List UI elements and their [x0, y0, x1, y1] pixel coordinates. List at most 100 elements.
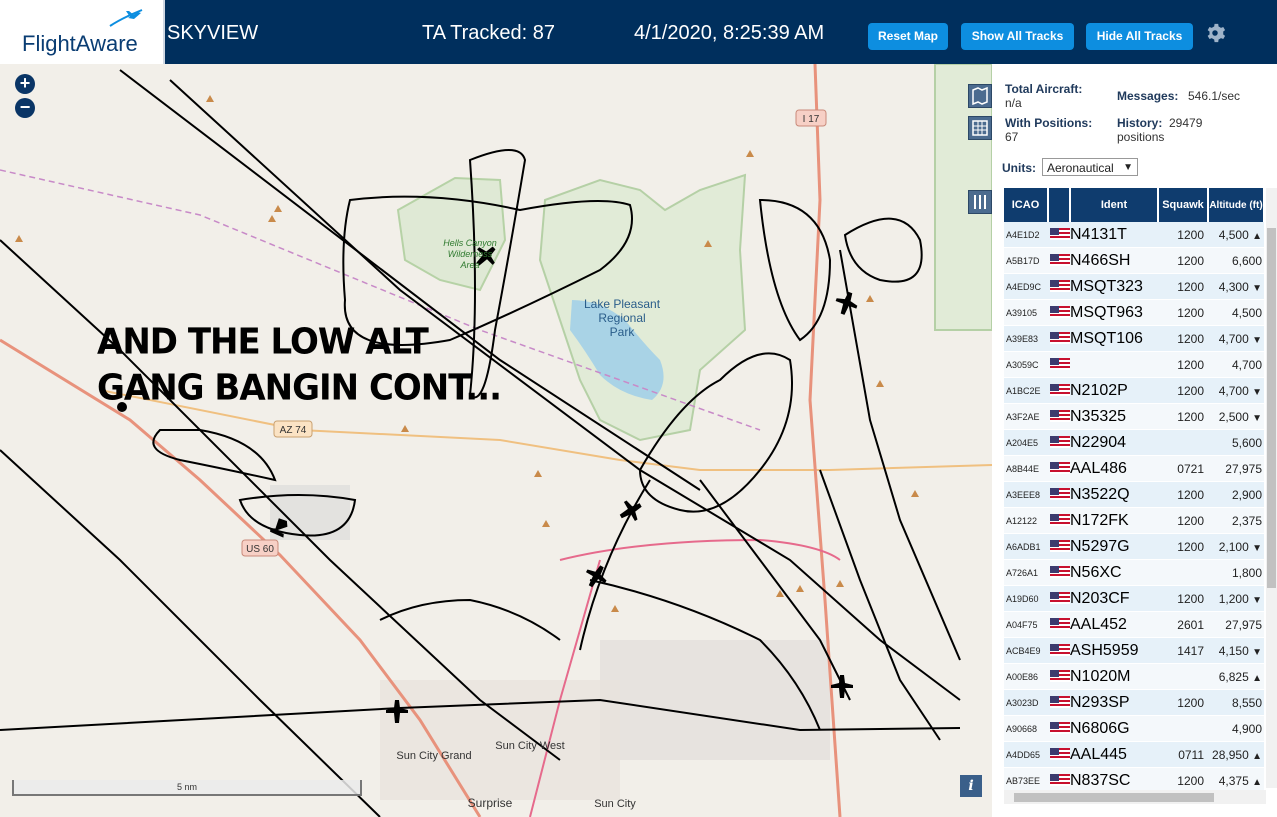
- table-row[interactable]: A90668 N6806G 4,900: [1004, 715, 1264, 742]
- squawk-cell: 1200: [1158, 533, 1208, 560]
- zoom-in-button[interactable]: +: [15, 74, 35, 94]
- altitude-cell: 2,500 ▼: [1208, 403, 1264, 430]
- altitude-cell: 4,150 ▼: [1208, 637, 1264, 664]
- aircraft-table: ICAO Ident Squawk Altitude (ft) A4E1D2 N4…: [1004, 188, 1264, 792]
- altitude-cell: 4,500: [1208, 299, 1264, 326]
- map-layers-icon[interactable]: [968, 84, 992, 108]
- ident-cell: N35325: [1070, 403, 1158, 430]
- plane-logo-icon: [109, 9, 143, 27]
- altitude-value: 4,375: [1218, 773, 1249, 788]
- us-flag-icon: [1050, 384, 1070, 397]
- table-row[interactable]: A4DD65 AAL445 0711 28,950 ▲: [1004, 741, 1264, 768]
- table-row[interactable]: A1BC2E N2102P 1200 4,700 ▼: [1004, 377, 1264, 404]
- messages-value: 546.1/sec: [1188, 89, 1241, 103]
- units-select[interactable]: Aeronautical ▼: [1042, 158, 1138, 176]
- flag-cell: [1048, 533, 1070, 560]
- table-row[interactable]: AB73EE N837SC 1200 4,375 ▲: [1004, 767, 1264, 792]
- horizontal-scrollbar-thumb[interactable]: [1014, 793, 1214, 802]
- table-row[interactable]: A39E83 MSQT106 1200 4,700 ▼: [1004, 325, 1264, 352]
- table-row[interactable]: ACB4E9 ASH5959 1417 4,150 ▼: [1004, 637, 1264, 664]
- flightaware-logo[interactable]: FlightAware: [0, 0, 165, 64]
- us-flag-icon: [1050, 254, 1070, 267]
- altitude-cell: 4,300 ▼: [1208, 273, 1264, 300]
- ident-cell: N56XC: [1070, 559, 1158, 586]
- aircraft-marker: [619, 500, 642, 522]
- flag-cell: [1048, 377, 1070, 404]
- icao-cell: A4ED9C: [1004, 273, 1048, 300]
- column-header-altitude[interactable]: Altitude (ft): [1208, 188, 1264, 222]
- us-flag-icon: [1050, 774, 1070, 787]
- altitude-value: 4,900: [1231, 721, 1262, 736]
- column-header-ident[interactable]: Ident: [1070, 188, 1159, 222]
- table-row[interactable]: A3EEE8 N3522Q 1200 2,900: [1004, 481, 1264, 508]
- table-row[interactable]: A39105 MSQT963 1200 4,500: [1004, 299, 1264, 326]
- column-header-flag[interactable]: [1048, 188, 1071, 222]
- altitude-cell: 4,375 ▲: [1208, 767, 1264, 792]
- us-flag-icon: [1050, 618, 1070, 631]
- info-button[interactable]: i: [960, 775, 982, 797]
- table-row[interactable]: A6ADB1 N5297G 1200 2,100 ▼: [1004, 533, 1264, 560]
- flag-cell: [1048, 611, 1070, 638]
- aircraft-table-container[interactable]: ICAO Ident Squawk Altitude (ft) A4E1D2 N4…: [1004, 188, 1264, 792]
- icao-cell: A04F75: [1004, 611, 1048, 638]
- map-canvas[interactable]: Lake Pleasant Regional Park Hells Canyon Wi…: [0, 64, 992, 817]
- altitude-cell: 6,825 ▲: [1208, 663, 1264, 690]
- us-flag-icon: [1050, 566, 1070, 579]
- table-row[interactable]: A00E86 N1020M 6,825 ▲: [1004, 663, 1264, 690]
- squawk-cell: 1200: [1158, 377, 1208, 404]
- flag-cell: [1048, 429, 1070, 456]
- ident-cell: MSQT106: [1070, 325, 1158, 352]
- squawk-cell: 1200: [1158, 507, 1208, 534]
- show-all-tracks-button[interactable]: Show All Tracks: [961, 23, 1074, 50]
- table-row[interactable]: A12122 N172FK 1200 2,375: [1004, 507, 1264, 534]
- squawk-cell: 0711: [1158, 741, 1208, 768]
- us-flag-icon: [1050, 228, 1070, 241]
- ident-cell: N3522Q: [1070, 481, 1158, 508]
- squawk-cell: 1200: [1158, 222, 1208, 248]
- icao-cell: A90668: [1004, 715, 1048, 742]
- flag-cell: [1048, 247, 1070, 274]
- table-row[interactable]: A3059C 1200 4,700: [1004, 351, 1264, 378]
- us-flag-icon: [1050, 592, 1070, 605]
- us-flag-icon: [1050, 748, 1070, 761]
- ident-cell: N837SC: [1070, 767, 1158, 792]
- squawk-cell: [1158, 429, 1208, 456]
- column-header-squawk[interactable]: Squawk: [1158, 188, 1209, 222]
- ident-cell: N5297G: [1070, 533, 1158, 560]
- grid-icon[interactable]: [968, 116, 992, 140]
- altitude-value: 2,500: [1218, 409, 1249, 424]
- columns-icon[interactable]: [968, 190, 992, 214]
- table-row[interactable]: A3F2AE N35325 1200 2,500 ▼: [1004, 403, 1264, 430]
- flag-cell: [1048, 715, 1070, 742]
- squawk-cell: 1200: [1158, 351, 1208, 378]
- table-row[interactable]: A726A1 N56XC 1,800: [1004, 559, 1264, 586]
- gear-icon[interactable]: [1204, 22, 1226, 44]
- table-row[interactable]: A3023D N293SP 1200 8,550: [1004, 689, 1264, 716]
- table-row[interactable]: A5B17D N466SH 1200 6,600: [1004, 247, 1264, 274]
- icao-cell: AB73EE: [1004, 767, 1048, 792]
- table-row[interactable]: A4ED9C MSQT323 1200 4,300 ▼: [1004, 273, 1264, 300]
- icao-cell: A8B44E: [1004, 455, 1048, 482]
- table-row[interactable]: A19D60 N203CF 1200 1,200 ▼: [1004, 585, 1264, 612]
- altitude-cell: 8,550: [1208, 689, 1264, 716]
- us-flag-icon: [1050, 436, 1070, 449]
- reset-map-button[interactable]: Reset Map: [868, 23, 948, 50]
- flag-cell: [1048, 481, 1070, 508]
- altitude-value: 27,975: [1225, 461, 1262, 476]
- altitude-value: 4,150: [1218, 643, 1249, 658]
- column-header-icao[interactable]: ICAO: [1004, 188, 1049, 222]
- table-row[interactable]: A8B44E AAL486 0721 27,975: [1004, 455, 1264, 482]
- altitude-value: 1,800: [1231, 565, 1262, 580]
- aircraft-panel: Total Aircraft: n/a With Positions: 67 M…: [992, 64, 1277, 817]
- flag-cell: [1048, 663, 1070, 690]
- ident-cell: AAL486: [1070, 455, 1158, 482]
- zoom-out-button[interactable]: −: [15, 98, 35, 118]
- table-row[interactable]: A4E1D2 N4131T 1200 4,500 ▲: [1004, 222, 1264, 248]
- table-row[interactable]: A04F75 AAL452 2601 27,975: [1004, 611, 1264, 638]
- squawk-cell: 1200: [1158, 481, 1208, 508]
- altitude-cell: 4,700 ▼: [1208, 325, 1264, 352]
- scrollbar-thumb[interactable]: [1267, 228, 1276, 588]
- hide-all-tracks-button[interactable]: Hide All Tracks: [1086, 23, 1193, 50]
- squawk-cell: 1200: [1158, 273, 1208, 300]
- table-row[interactable]: A204E5 N22904 5,600: [1004, 429, 1264, 456]
